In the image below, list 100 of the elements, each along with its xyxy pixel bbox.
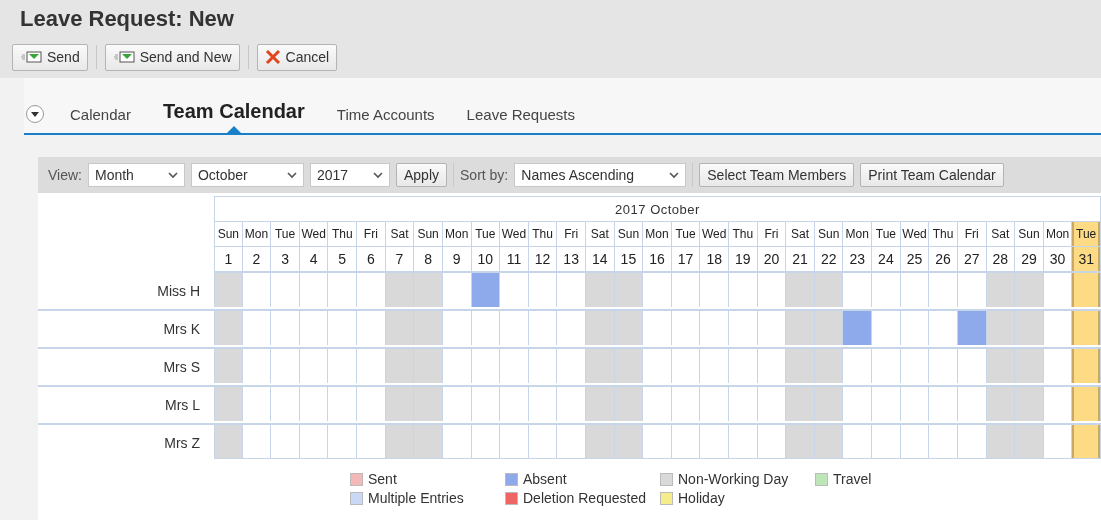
view-label: View: bbox=[48, 167, 82, 183]
weekday-cell: Sun bbox=[1015, 221, 1044, 246]
date-cell: 22 bbox=[814, 246, 844, 271]
date-cell: 5 bbox=[328, 246, 358, 271]
date-cell: 25 bbox=[900, 246, 930, 271]
envelope-icon bbox=[112, 51, 135, 63]
weekday-cell: Wed bbox=[299, 221, 329, 246]
toolbar-button[interactable]: Cancel bbox=[256, 43, 338, 71]
date-cell: 8 bbox=[414, 246, 443, 271]
weekday-cell: Sun bbox=[814, 221, 844, 246]
weekday-cell: Tue bbox=[471, 221, 501, 246]
toolbar-button[interactable]: Print Team Calendar bbox=[860, 163, 1004, 187]
caret-icon bbox=[31, 111, 39, 117]
date-cell: 18 bbox=[700, 246, 730, 271]
date-cell: 6 bbox=[357, 246, 386, 271]
weekday-cell: Mon bbox=[643, 221, 672, 246]
weekday-cell: Thu bbox=[328, 221, 358, 246]
weekday-cell: Fri bbox=[757, 221, 787, 246]
date-cell: 29 bbox=[1015, 246, 1044, 271]
date-cell: 27 bbox=[957, 246, 987, 271]
weekday-cell: Sat bbox=[385, 221, 415, 246]
sort-label: Sort by: bbox=[460, 167, 509, 183]
weekday-cell: Tue bbox=[671, 221, 701, 246]
tab[interactable]: Time Accounts bbox=[320, 106, 451, 133]
tab[interactable]: Leave Requests bbox=[450, 106, 591, 133]
legend-label: Multiple Entries bbox=[368, 490, 464, 506]
date-cell: 14 bbox=[585, 246, 615, 271]
date-cell: 21 bbox=[786, 246, 815, 271]
toolbar-button[interactable]: Send and New bbox=[104, 43, 240, 71]
window-title: Leave Request: New bbox=[19, 5, 235, 33]
chevron-icon bbox=[287, 171, 297, 179]
date-cell: 13 bbox=[557, 246, 586, 271]
legend-label: Deletion Requested bbox=[523, 490, 646, 506]
chevron-icon bbox=[669, 171, 680, 179]
date-cell: 24 bbox=[872, 246, 901, 271]
date-cell: 17 bbox=[671, 246, 701, 271]
legend-label: Travel bbox=[833, 471, 872, 487]
date-cell: 19 bbox=[729, 246, 758, 271]
toolbar-button[interactable]: Select Team Members bbox=[699, 163, 855, 187]
weekday-cell: Tue bbox=[872, 221, 901, 246]
date-cell: 10 bbox=[471, 246, 501, 271]
view-dropdown[interactable]: Month bbox=[88, 163, 185, 187]
weekday-cell: Wed bbox=[700, 221, 730, 246]
weekday-cell: Mon bbox=[242, 221, 272, 246]
weekday-cell: Sun bbox=[614, 221, 644, 246]
date-cell: 3 bbox=[271, 246, 300, 271]
year-dropdown[interactable]: 2017 bbox=[310, 163, 390, 187]
legend-label: Non-Working Day bbox=[678, 471, 789, 487]
date-cell: 7 bbox=[385, 246, 415, 271]
weekday-cell: Tue bbox=[271, 221, 300, 246]
weekday-cell: Thu bbox=[929, 221, 958, 246]
date-cell: 11 bbox=[500, 246, 529, 271]
date-cell: 4 bbox=[299, 246, 329, 271]
chevron-icon bbox=[373, 171, 383, 179]
member-name: Mrs S bbox=[163, 359, 200, 375]
weekday-cell: Thu bbox=[528, 221, 558, 246]
date-cell: 28 bbox=[986, 246, 1016, 271]
legend-label: Sent bbox=[368, 471, 397, 487]
date-cell: 20 bbox=[757, 246, 787, 271]
apply-button[interactable]: Apply bbox=[396, 163, 447, 187]
weekday-cell: Mon bbox=[442, 221, 472, 246]
date-cell: 15 bbox=[614, 246, 644, 271]
legend-label: Absent bbox=[523, 471, 567, 487]
member-name: Mrs Z bbox=[164, 435, 200, 451]
weekday-cell: Wed bbox=[500, 221, 529, 246]
date-cell: 30 bbox=[1043, 246, 1073, 271]
weekday-cell: Tue bbox=[1072, 221, 1101, 246]
date-cell: 2 bbox=[242, 246, 272, 271]
weekday-cell: Mon bbox=[1043, 221, 1073, 246]
weekday-cell: Fri bbox=[957, 221, 987, 246]
legend-label: Holiday bbox=[678, 490, 725, 506]
toolbar-button[interactable]: Send bbox=[12, 43, 88, 71]
weekday-cell: Mon bbox=[843, 221, 873, 246]
date-cell: 12 bbox=[528, 246, 558, 271]
weekday-cell: Sun bbox=[414, 221, 443, 246]
close-icon bbox=[264, 49, 281, 65]
period-dropdown[interactable]: October bbox=[191, 163, 304, 187]
weekday-cell: Thu bbox=[729, 221, 758, 246]
member-name: Mrs L bbox=[165, 397, 200, 413]
sort-dropdown[interactable]: Names Ascending bbox=[514, 163, 687, 187]
chevron-icon bbox=[168, 171, 178, 179]
tab[interactable]: Calendar bbox=[54, 106, 147, 133]
weekday-cell: Fri bbox=[557, 221, 586, 246]
tab[interactable]: Team Calendar bbox=[146, 100, 321, 133]
weekday-cell: Sat bbox=[585, 221, 615, 246]
collapse-button[interactable] bbox=[26, 105, 44, 123]
date-cell: 1 bbox=[214, 246, 243, 271]
weekday-cell: Wed bbox=[900, 221, 930, 246]
member-name: Miss H bbox=[157, 283, 200, 299]
date-cell: 16 bbox=[643, 246, 672, 271]
member-name: Mrs K bbox=[163, 321, 200, 337]
weekday-cell: Sun bbox=[214, 221, 243, 246]
date-cell: 23 bbox=[843, 246, 873, 271]
date-cell: 9 bbox=[442, 246, 472, 271]
weekday-cell: Sat bbox=[986, 221, 1016, 246]
weekday-cell: Sat bbox=[786, 221, 815, 246]
date-cell: 31 bbox=[1072, 246, 1101, 271]
envelope-icon bbox=[20, 51, 42, 63]
weekday-cell: Fri bbox=[357, 221, 386, 246]
date-cell: 26 bbox=[929, 246, 958, 271]
